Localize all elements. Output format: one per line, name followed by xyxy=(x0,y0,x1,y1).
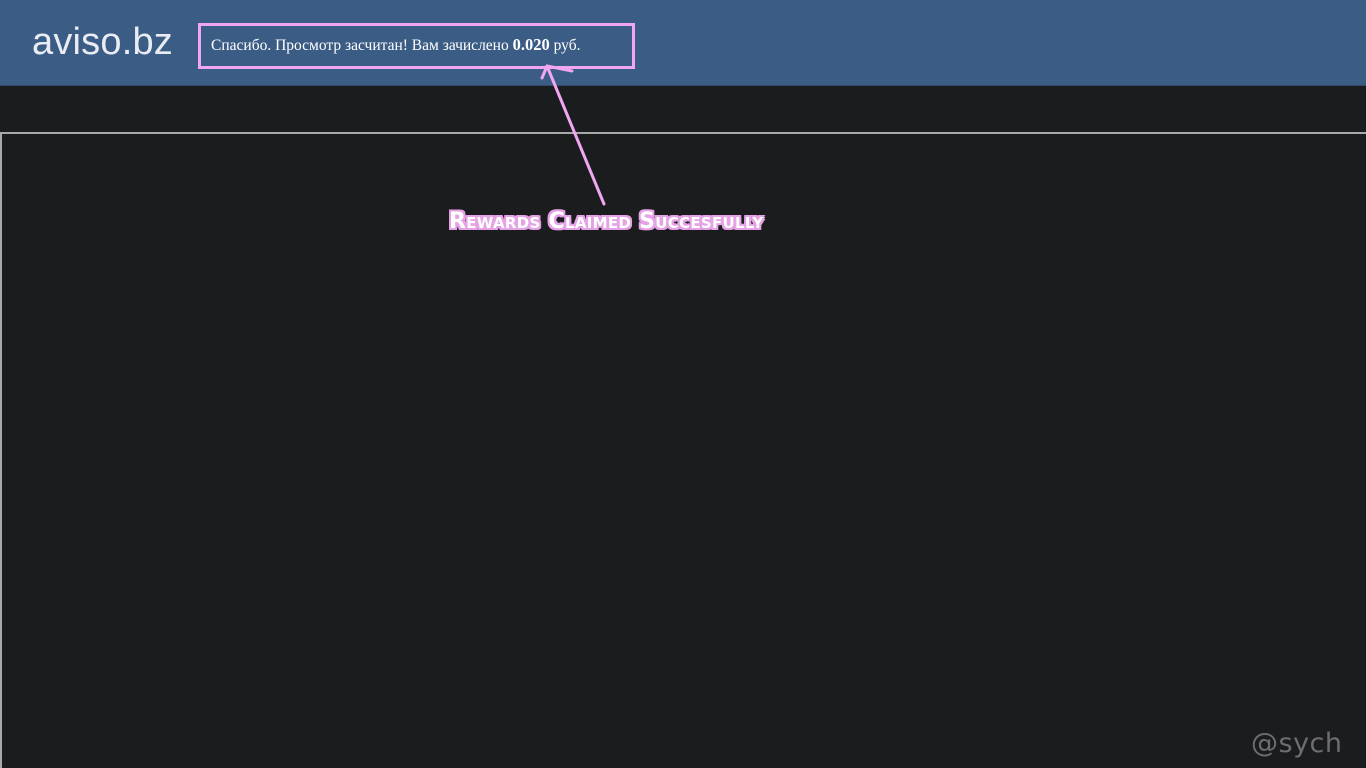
watermark: @sych xyxy=(1251,728,1343,759)
annotation-label: Rewards Claimed Succesfully xyxy=(449,209,764,234)
arrow-up-icon xyxy=(540,64,606,206)
